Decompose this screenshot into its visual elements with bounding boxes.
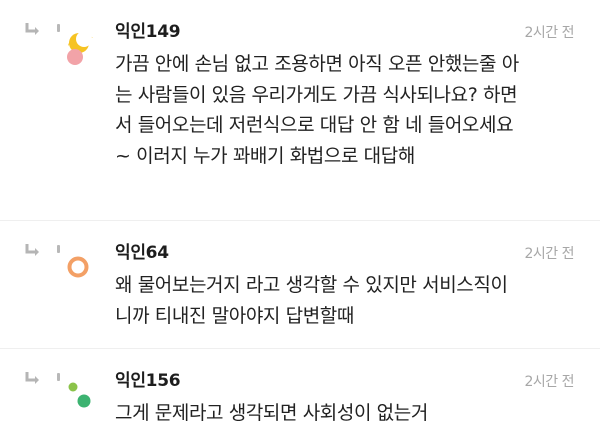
comment-thread: 익인149 2시간 전 가끔 안에 손님 없고 조용하면 아직 오픈 안했는줄 … — [0, 0, 600, 443]
comment-item: 익인64 2시간 전 왜 물어보는거지 라고 생각할 수 있지만 서비스직이 니… — [0, 220, 600, 349]
green-dots-avatar-icon[interactable] — [62, 379, 102, 419]
comment-text-line: 가끔 안에 손님 없고 조용하면 아직 오픈 안했는줄 아 — [115, 53, 519, 75]
comment-author[interactable]: 익인149 — [115, 17, 181, 42]
comment-body: 그게 문제라고 생각되면 사회성이 없는거 — [115, 398, 575, 429]
reply-arrow-icon — [24, 22, 42, 38]
comment-text-line: 니까 티내진 말아야지 답변할때 — [115, 304, 354, 327]
comment-text-line: 그게 문제라고 생각되면 사회성이 없는거 — [115, 402, 428, 424]
comment-body: 왜 물어보는거지 라고 생각할 수 있지만 서비스직이 니까 티내진 말아야지 … — [115, 270, 575, 331]
comment-author[interactable]: 익인64 — [115, 238, 169, 263]
reply-arrow-icon — [24, 243, 42, 259]
comment-text-line: 왜 물어보는거지 라고 생각할 수 있지만 서비스직이 — [115, 274, 508, 296]
rank-mark-icon — [57, 373, 60, 381]
comment-timestamp: 2시간 전 — [524, 25, 575, 41]
comment-author[interactable]: 익인156 — [115, 366, 181, 391]
comment-text-line: 는 사람들이 있음 우리가게도 가끔 식사되나요? 하면 — [115, 83, 518, 106]
comment-text-line: ~ 이러지 누가 꽈배기 화법으로 대답해 — [115, 144, 415, 167]
rank-mark-icon — [57, 24, 60, 32]
comment-body: 가끔 안에 손님 없고 조용하면 아직 오픈 안했는줄 아 는 사람들이 있음 … — [115, 49, 575, 171]
comment-timestamp: 2시간 전 — [524, 246, 575, 262]
reply-arrow-icon — [24, 371, 42, 387]
comment-text-line: 서 들어오는데 저런식으로 대답 안 함 네 들어오세요 — [115, 114, 514, 136]
moon-blossom-avatar-icon[interactable] — [62, 30, 102, 70]
comment-item: 익인156 2시간 전 그게 문제라고 생각되면 사회성이 없는거 — [0, 348, 600, 443]
comment-item: 익인149 2시간 전 가끔 안에 손님 없고 조용하면 아직 오픈 안했는줄 … — [0, 0, 600, 220]
orange-ring-avatar-icon[interactable] — [62, 251, 102, 291]
rank-mark-icon — [57, 245, 60, 253]
comment-timestamp: 2시간 전 — [524, 374, 575, 390]
